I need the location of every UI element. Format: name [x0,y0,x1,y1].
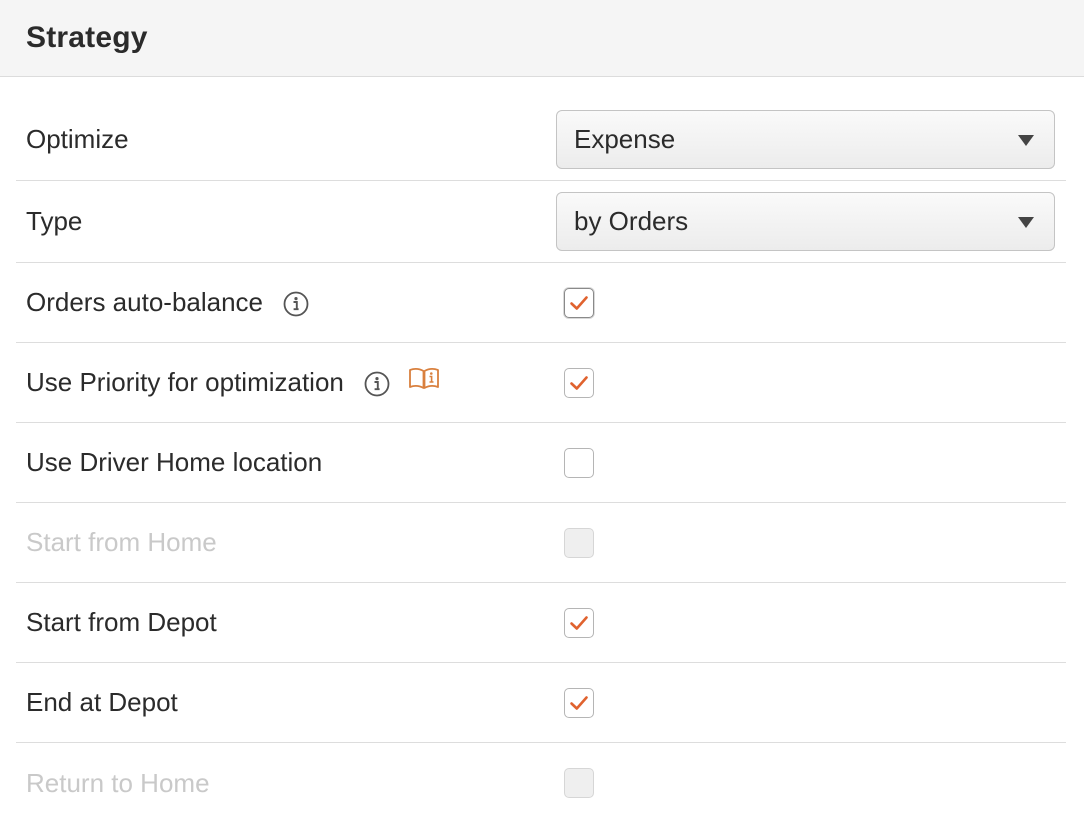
start-from-home-label: Start from Home [26,527,217,557]
optimize-select[interactable]: Expense [556,110,1055,169]
strategy-panel: Strategy Optimize Expense Type by Orders… [0,0,1084,840]
type-select[interactable]: by Orders [556,192,1055,251]
info-circle-icon[interactable] [283,291,309,317]
end-at-depot-checkbox[interactable] [564,687,594,718]
checkmark-icon [570,695,588,710]
use-priority-label: Use Priority for optimization [26,367,344,397]
use-priority-checkbox[interactable] [564,367,594,398]
chevron-down-icon [1018,134,1034,146]
return-to-home-row: Return to Home [16,743,1066,823]
optimize-select-value: Expense [574,124,676,154]
start-from-home-row: Start from Home [16,503,1066,583]
start-from-depot-row: Start from Depot [16,583,1066,663]
start-from-depot-label: Start from Depot [26,607,217,637]
use-driver-home-checkbox[interactable] [564,447,594,478]
panel-header: Strategy [0,0,1084,77]
checkmark-icon [570,295,588,310]
optimize-label: Optimize [26,124,129,154]
book-info-icon[interactable] [408,366,440,392]
use-priority-label-group: Use Priority for optimization [26,367,440,398]
orders-auto-balance-label-group: Orders auto-balance [26,287,309,318]
orders-auto-balance-checkbox[interactable] [564,287,594,318]
start-from-depot-checkbox[interactable] [564,607,594,638]
return-to-home-checkbox [564,768,594,798]
panel-title: Strategy [26,21,148,54]
return-to-home-label: Return to Home [26,767,210,798]
info-circle-icon[interactable] [364,371,390,397]
use-driver-home-label: Use Driver Home location [26,447,323,477]
optimize-row: Optimize Expense [16,99,1066,181]
checkmark-icon [570,375,588,390]
checkmark-icon [570,615,588,630]
type-label: Type [26,206,83,236]
end-at-depot-label: End at Depot [26,687,178,717]
chevron-down-icon [1018,216,1034,228]
start-from-home-checkbox [564,527,594,558]
strategy-settings-list: Optimize Expense Type by Orders Orders a… [16,99,1066,823]
type-select-value: by Orders [574,206,689,236]
type-row: Type by Orders [16,181,1066,263]
end-at-depot-row: End at Depot [16,663,1066,743]
orders-auto-balance-label: Orders auto-balance [26,287,264,317]
use-driver-home-row: Use Driver Home location [16,423,1066,503]
use-priority-row: Use Priority for optimization [16,343,1066,423]
orders-auto-balance-row: Orders auto-balance [16,263,1066,343]
